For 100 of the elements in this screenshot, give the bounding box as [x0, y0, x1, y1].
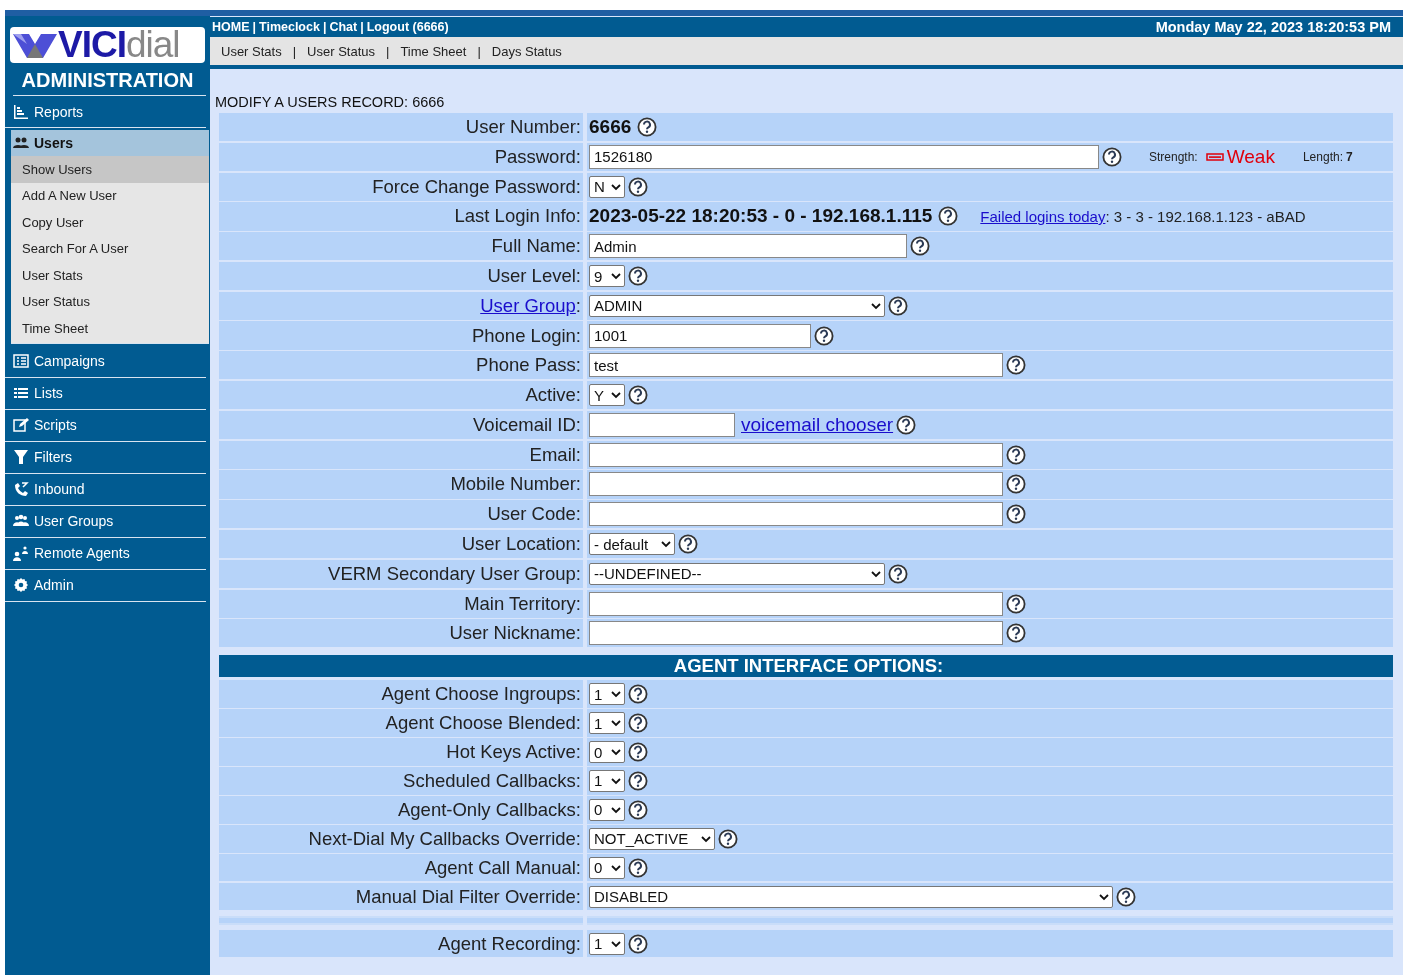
- nav-subitem[interactable]: Time Sheet: [11, 315, 209, 342]
- help-icon[interactable]: [1006, 444, 1026, 465]
- input-field[interactable]: test: [589, 353, 1003, 378]
- top-link[interactable]: HOME: [212, 20, 250, 34]
- dropdown[interactable]: 1: [589, 683, 625, 706]
- nav-item[interactable]: Users: [11, 130, 209, 156]
- dropdown[interactable]: - default: [589, 533, 675, 556]
- dropdown[interactable]: DISABLED: [589, 885, 1113, 908]
- chooser-link[interactable]: voicemail chooser: [741, 413, 894, 436]
- top-link[interactable]: Chat: [329, 20, 358, 34]
- chevron-icon: [611, 863, 621, 872]
- field-label: Hot Keys Active:: [446, 741, 581, 764]
- help-icon[interactable]: [628, 857, 648, 878]
- nav-item[interactable]: Reports: [5, 96, 206, 128]
- help-icon[interactable]: [628, 176, 648, 197]
- input-field[interactable]: Admin: [589, 234, 907, 259]
- help-icon[interactable]: [1006, 355, 1026, 376]
- field-label: User Location:: [461, 533, 581, 556]
- help-icon[interactable]: [1116, 886, 1136, 907]
- input-field[interactable]: [589, 442, 1003, 467]
- help-icon[interactable]: [628, 684, 648, 705]
- help-icon[interactable]: [637, 117, 658, 138]
- input-field[interactable]: [589, 621, 1003, 646]
- input-field[interactable]: 1526180: [589, 144, 1099, 169]
- input-field[interactable]: [589, 591, 1003, 616]
- help-icon[interactable]: [718, 828, 738, 849]
- menu-link[interactable]: Days Status: [491, 43, 562, 59]
- chevron-icon: [611, 272, 621, 280]
- nav-item[interactable]: Inbound: [5, 473, 206, 506]
- input-field[interactable]: [589, 472, 1003, 497]
- help-icon[interactable]: [1006, 474, 1026, 495]
- menu-link[interactable]: Time Sheet: [400, 43, 467, 59]
- dropdown[interactable]: 1: [589, 712, 625, 735]
- input-field[interactable]: [589, 412, 735, 437]
- nav-subitem[interactable]: Show Users: [11, 156, 209, 183]
- dropdown[interactable]: 0: [589, 856, 625, 879]
- separator-text: |: [252, 20, 256, 34]
- failed-logins-link[interactable]: Failed logins today: [980, 207, 1106, 225]
- help-icon[interactable]: [628, 713, 648, 734]
- nav-item[interactable]: Admin: [5, 569, 206, 602]
- dropdown[interactable]: N: [589, 175, 625, 198]
- help-icon[interactable]: [888, 295, 908, 316]
- nav-subitem[interactable]: User Status: [11, 288, 209, 315]
- input-field[interactable]: 1001: [589, 323, 811, 348]
- help-icon[interactable]: [628, 933, 648, 954]
- field-label: Scheduled Callbacks:: [403, 769, 581, 792]
- help-icon[interactable]: [678, 534, 698, 555]
- dropdown[interactable]: 0: [589, 798, 625, 821]
- help-icon[interactable]: [1006, 623, 1026, 644]
- dropdown[interactable]: Y: [589, 384, 625, 407]
- help-icon[interactable]: [628, 266, 648, 286]
- edit-icon: [13, 417, 29, 433]
- nav-subitem[interactable]: User Stats: [11, 262, 209, 289]
- nav-subitem[interactable]: Copy User: [11, 209, 209, 236]
- dropdown[interactable]: --UNDEFINED--: [589, 562, 885, 585]
- help-icon[interactable]: [1006, 504, 1026, 525]
- phone-icon: [13, 481, 29, 497]
- field-label: Full Name:: [491, 235, 581, 258]
- dropdown[interactable]: 0: [589, 741, 625, 764]
- help-icon[interactable]: [888, 563, 908, 584]
- help-icon[interactable]: [628, 742, 648, 763]
- menu-link[interactable]: User Status: [307, 43, 375, 59]
- chevron-icon: [661, 540, 671, 549]
- help-icon[interactable]: [896, 414, 917, 435]
- nav-item[interactable]: User Groups: [5, 505, 206, 538]
- input-field[interactable]: [589, 502, 1003, 527]
- failed-logins-text: Failed logins today: 3 - 3 - 192.168.1.123 - aBAD: [980, 207, 1306, 225]
- section-header: AGENT INTERFACE OPTIONS:: [219, 655, 1393, 678]
- person-icon: [13, 545, 29, 561]
- dropdown[interactable]: NOT_ACTIVE: [589, 827, 715, 850]
- help-icon[interactable]: [910, 236, 930, 257]
- help-icon[interactable]: [814, 325, 834, 346]
- list-icon: [13, 385, 29, 401]
- separator-text: |: [477, 43, 481, 59]
- dropdown[interactable]: ADMIN: [589, 294, 885, 317]
- help-icon[interactable]: [628, 385, 648, 406]
- nav-item[interactable]: Filters: [5, 441, 206, 474]
- dropdown[interactable]: 9: [589, 265, 625, 287]
- menu-link[interactable]: User Stats: [221, 43, 282, 59]
- help-icon[interactable]: [1102, 146, 1122, 167]
- field-label: Last Login Info:: [454, 205, 581, 228]
- help-icon[interactable]: [628, 799, 648, 820]
- help-icon[interactable]: [938, 206, 959, 227]
- nav-item[interactable]: Campaigns: [5, 345, 206, 378]
- dropdown[interactable]: 1: [589, 932, 625, 955]
- help-icon[interactable]: [1006, 593, 1026, 614]
- top-link[interactable]: Timeclock: [259, 20, 320, 34]
- nav-item[interactable]: Lists: [5, 377, 206, 410]
- logo[interactable]: VICIdial: [10, 27, 205, 63]
- chevron-icon: [611, 776, 621, 785]
- chevron-icon: [701, 834, 711, 843]
- top-link[interactable]: Logout (6666): [366, 20, 449, 34]
- field-label-link[interactable]: User Group: [480, 294, 576, 317]
- help-icon[interactable]: [628, 770, 648, 791]
- section-title: ADMINISTRATION: [20, 69, 195, 91]
- dropdown[interactable]: 1: [589, 769, 625, 792]
- nav-item[interactable]: Scripts: [5, 409, 206, 442]
- nav-subitem[interactable]: Search For A User: [11, 235, 209, 262]
- nav-subitem[interactable]: Add A New User: [11, 182, 209, 209]
- nav-item[interactable]: Remote Agents: [5, 537, 206, 570]
